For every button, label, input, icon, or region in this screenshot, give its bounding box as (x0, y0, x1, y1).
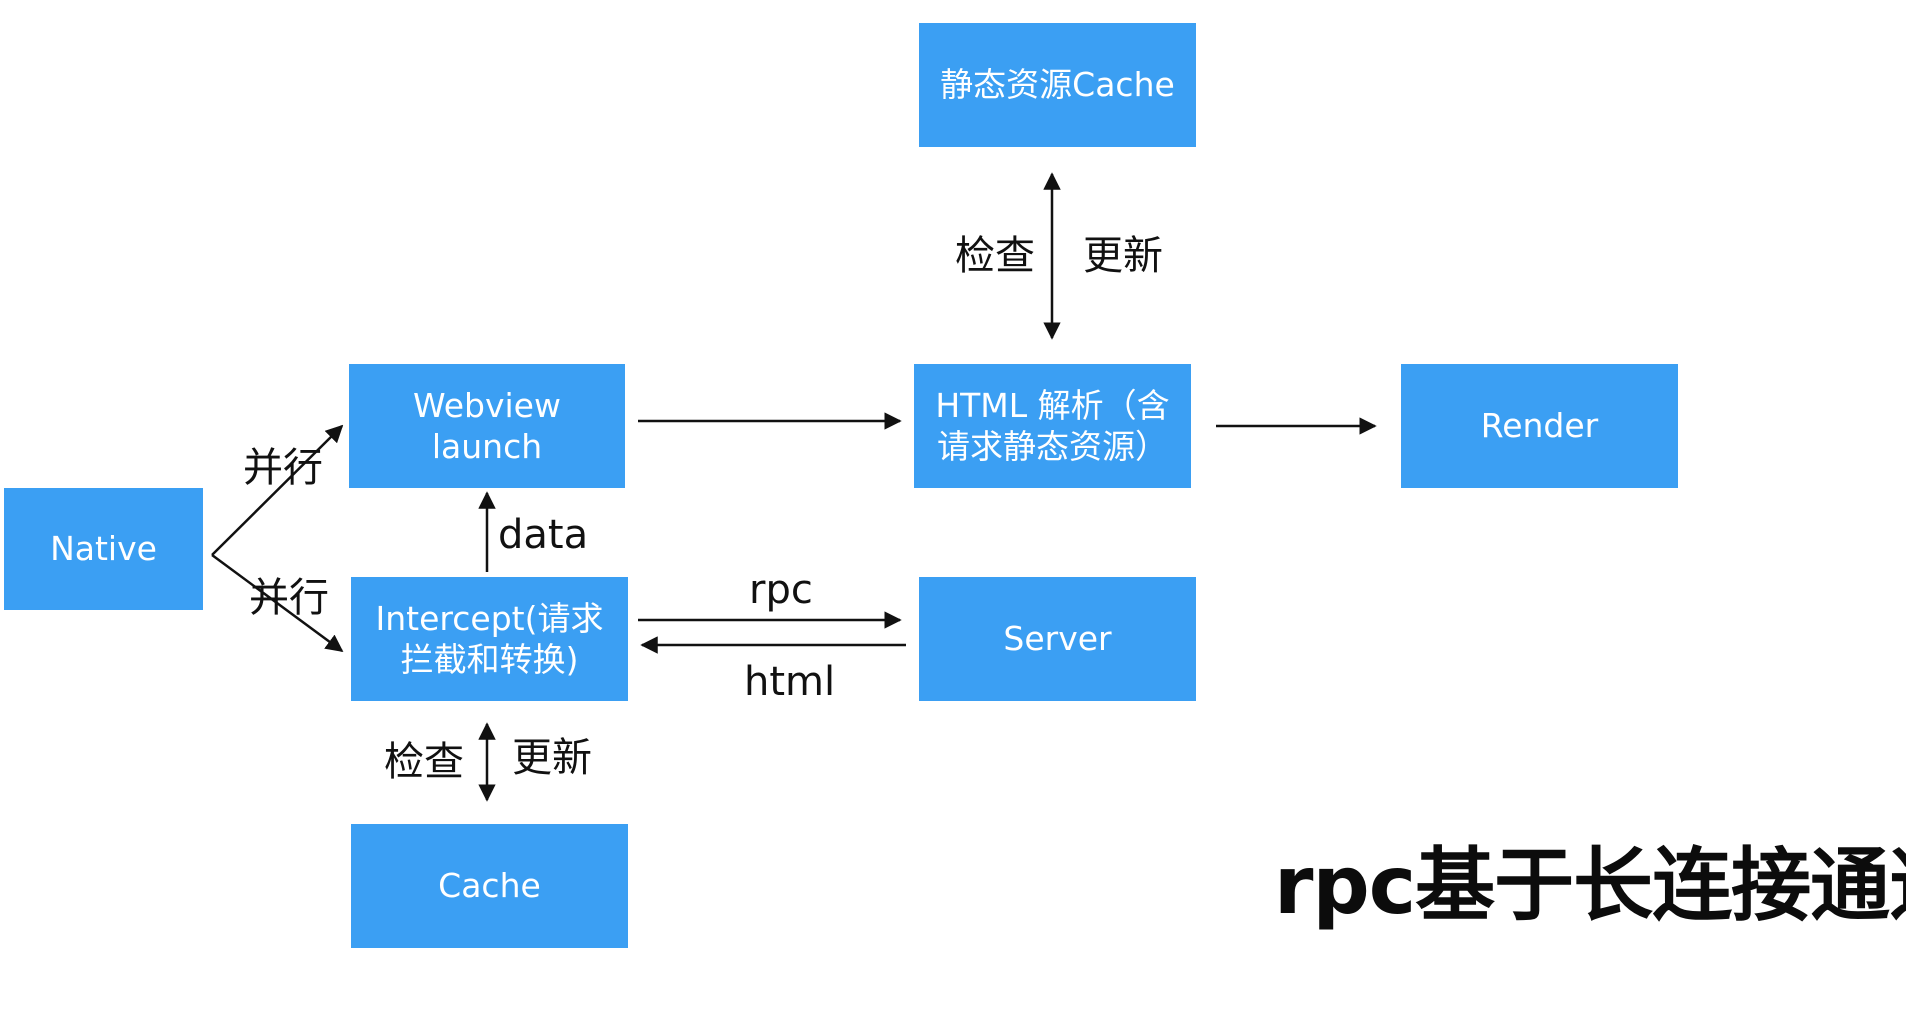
node-cache: Cache (351, 824, 628, 948)
node-label: 静态资源Cache (940, 65, 1175, 105)
node-label: Native (50, 529, 157, 569)
label-parallel-top: 并行 (243, 445, 323, 491)
node-server: Server (919, 577, 1196, 701)
node-label: Server (1003, 619, 1112, 659)
node-static-resource-cache: 静态资源Cache (919, 23, 1196, 147)
label-check-top: 检查 (955, 233, 1035, 279)
label-rpc: rpc (749, 567, 813, 613)
node-label: Webview launch (413, 385, 561, 466)
label-update-bottom: 更新 (512, 735, 592, 781)
node-native: Native (4, 488, 203, 610)
node-html-parse: HTML 解析（含请求静态资源） (914, 364, 1191, 488)
node-label: Cache (438, 866, 541, 906)
node-label: Intercept(请求拦截和转换) (375, 598, 604, 679)
footnote-caption: rpc基于长连接通道 (1274, 839, 1906, 932)
label-check-bottom: 检查 (384, 739, 464, 785)
node-intercept: Intercept(请求拦截和转换) (351, 577, 628, 701)
node-label: Render (1480, 406, 1599, 446)
label-html: html (744, 659, 836, 705)
node-render: Render (1401, 364, 1678, 488)
label-data: data (498, 512, 589, 558)
label-update-top: 更新 (1083, 233, 1163, 279)
label-parallel-bottom: 并行 (249, 575, 329, 621)
node-label: HTML 解析（含请求静态资源） (935, 385, 1170, 466)
node-webview-launch: Webview launch (349, 364, 625, 488)
